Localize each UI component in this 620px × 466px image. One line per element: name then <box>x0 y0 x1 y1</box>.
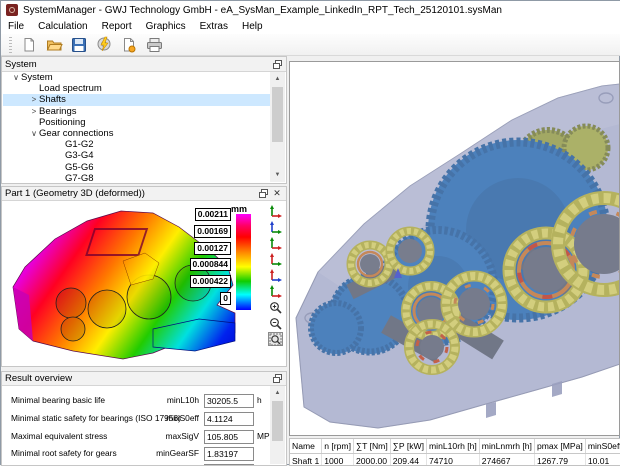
col-n-rpm[interactable]: n [rpm] <box>322 439 354 454</box>
close-panel-icon[interactable]: ✕ <box>271 188 283 199</box>
tree-item-g1-g2[interactable]: G1-G2 <box>3 139 270 150</box>
col-torque[interactable]: ∑T [Nm] <box>353 439 390 454</box>
col-pmax[interactable]: pmax [MPa] <box>534 439 585 454</box>
tree-item-shafts[interactable]: >Shafts <box>3 94 270 105</box>
tree-item-load-spectrum[interactable]: Load spectrum <box>3 83 270 94</box>
tree-item-system[interactable]: ∨System <box>3 72 270 83</box>
part1-panel-header: Part 1 (Geometry 3D (deformed)) ✕ <box>2 187 286 201</box>
scroll-thumb[interactable] <box>272 401 283 441</box>
col-power[interactable]: ∑P [kW] <box>390 439 426 454</box>
system-tree: ∨System Load spectrum >Shafts >Bearings … <box>3 72 270 182</box>
legend-value: 0.000422 <box>190 275 231 288</box>
axis-view-xz-icon[interactable] <box>268 252 283 266</box>
window-title: SystemManager - GWJ Technology GmbH - eA… <box>23 5 502 16</box>
result-value-field[interactable]: 1.83197 <box>204 447 254 461</box>
legend-value: 0 <box>220 292 231 305</box>
gearbox-3d-view[interactable] <box>289 61 620 436</box>
menu-calculation[interactable]: Calculation <box>31 19 94 34</box>
scroll-down-icon[interactable]: ▼ <box>270 168 285 182</box>
legend-value: 0.000844 <box>190 258 231 271</box>
menu-bar: File Calculation Report Graphics Extras … <box>1 19 620 34</box>
new-document-icon[interactable] <box>18 34 40 55</box>
col-minS0eff[interactable]: minS0eff <box>585 439 620 454</box>
result-overview-panel: Result overview Minimal bearing basic li… <box>1 371 287 466</box>
axis-view-yx-icon[interactable] <box>268 268 283 282</box>
scroll-thumb[interactable] <box>272 87 283 142</box>
zoom-window-icon[interactable] <box>268 332 283 346</box>
result-rows: Minimal bearing basic life minL10h 30205… <box>3 386 270 465</box>
expander-icon[interactable]: ∨ <box>29 128 39 139</box>
result-overview-header: Result overview <box>2 372 286 386</box>
tree-item-bearings[interactable]: >Bearings <box>3 106 270 117</box>
expander-icon[interactable]: ∨ <box>11 72 21 83</box>
scroll-up-icon[interactable]: ▲ <box>270 386 285 400</box>
float-panel-icon[interactable] <box>271 59 283 70</box>
axis-view-xy-icon[interactable] <box>268 284 283 298</box>
tree-item-g7-g8[interactable]: G7-G8 <box>3 173 270 182</box>
axis-view-zy-icon[interactable] <box>268 220 283 234</box>
menu-help[interactable]: Help <box>235 19 270 34</box>
print-icon[interactable] <box>143 34 165 55</box>
system-panel-header: System <box>2 57 286 72</box>
result-scrollbar[interactable]: ▲ <box>270 386 285 464</box>
tree-item-g5-g6[interactable]: G5-G6 <box>3 162 270 173</box>
gearbox-3d-render <box>290 62 620 435</box>
result-overview-title: Result overview <box>5 373 269 384</box>
col-name[interactable]: Name <box>290 439 322 454</box>
result-value-field[interactable]: 30205.5 <box>204 394 254 408</box>
open-folder-icon[interactable] <box>43 34 65 55</box>
legend-value: 0.00127 <box>194 242 231 255</box>
legend-value: 0.00211 <box>195 208 231 221</box>
result-value-field[interactable]: 4.1124 <box>204 412 254 426</box>
expander-icon[interactable]: > <box>29 106 39 117</box>
menu-file[interactable]: File <box>1 19 31 34</box>
app-window: SystemManager - GWJ Technology GmbH - eA… <box>0 0 620 465</box>
axis-view-zx-icon[interactable] <box>268 236 283 250</box>
part1-panel-title: Part 1 (Geometry 3D (deformed)) <box>5 188 255 199</box>
result-row: Maximal equivalent stress maxSigV 105.80… <box>3 430 270 445</box>
legend-value: 0.00169 <box>194 225 231 238</box>
tree-item-g3-g4[interactable]: G3-G4 <box>3 150 270 161</box>
part1-panel: Part 1 (Geometry 3D (deformed)) ✕ <box>1 186 287 367</box>
title-bar: SystemManager - GWJ Technology GmbH - eA… <box>1 1 620 19</box>
float-panel-icon[interactable] <box>257 188 269 199</box>
app-logo-icon <box>6 4 18 16</box>
save-icon[interactable] <box>68 34 90 55</box>
report-document-icon[interactable] <box>118 34 140 55</box>
tree-scrollbar[interactable]: ▲ ▼ <box>270 72 285 182</box>
main-toolbar <box>1 34 620 56</box>
result-row: Minimal static safety for bearings (ISO … <box>3 412 270 427</box>
zoom-out-icon[interactable] <box>268 316 283 330</box>
menu-graphics[interactable]: Graphics <box>139 19 193 34</box>
result-row: Minimal root safety for gears minGearSF … <box>3 447 270 462</box>
calculate-lightning-icon[interactable] <box>93 34 115 55</box>
result-row: Minimal bearing basic life minL10h 30205… <box>3 394 270 409</box>
system-panel: System ∨System Load spectrum >Shafts >Be… <box>1 56 287 184</box>
toolbar-grip[interactable] <box>9 37 12 53</box>
scroll-up-icon[interactable]: ▲ <box>270 72 285 86</box>
tree-item-positioning[interactable]: Positioning <box>3 117 270 128</box>
zoom-in-icon[interactable] <box>268 300 283 314</box>
legend-unit: mm <box>231 204 247 214</box>
color-scale-bar <box>236 214 251 310</box>
float-panel-icon[interactable] <box>271 373 283 384</box>
table-header-row: Name n [rpm] ∑T [Nm] ∑P [kW] minL10rh [h… <box>290 439 620 454</box>
system-panel-title: System <box>5 59 269 70</box>
menu-extras[interactable]: Extras <box>193 19 235 34</box>
axis-view-yz-icon[interactable] <box>268 204 283 218</box>
table-row-shaft1[interactable]: Shaft 1 1000 2000.00 209.44 74710 274667… <box>290 454 620 466</box>
tree-item-gear-connections[interactable]: ∨Gear connections <box>3 128 270 139</box>
result-value-field[interactable]: 105.805 <box>204 430 254 444</box>
shaft-results-table[interactable]: Name n [rpm] ∑T [Nm] ∑P [kW] minL10rh [h… <box>289 438 620 466</box>
col-minLnmrh[interactable]: minLnmrh [h] <box>479 439 534 454</box>
view-toolbar <box>267 204 284 346</box>
expander-icon[interactable]: > <box>29 94 39 105</box>
menu-report[interactable]: Report <box>95 19 139 34</box>
col-minL10rh[interactable]: minL10rh [h] <box>427 439 480 454</box>
